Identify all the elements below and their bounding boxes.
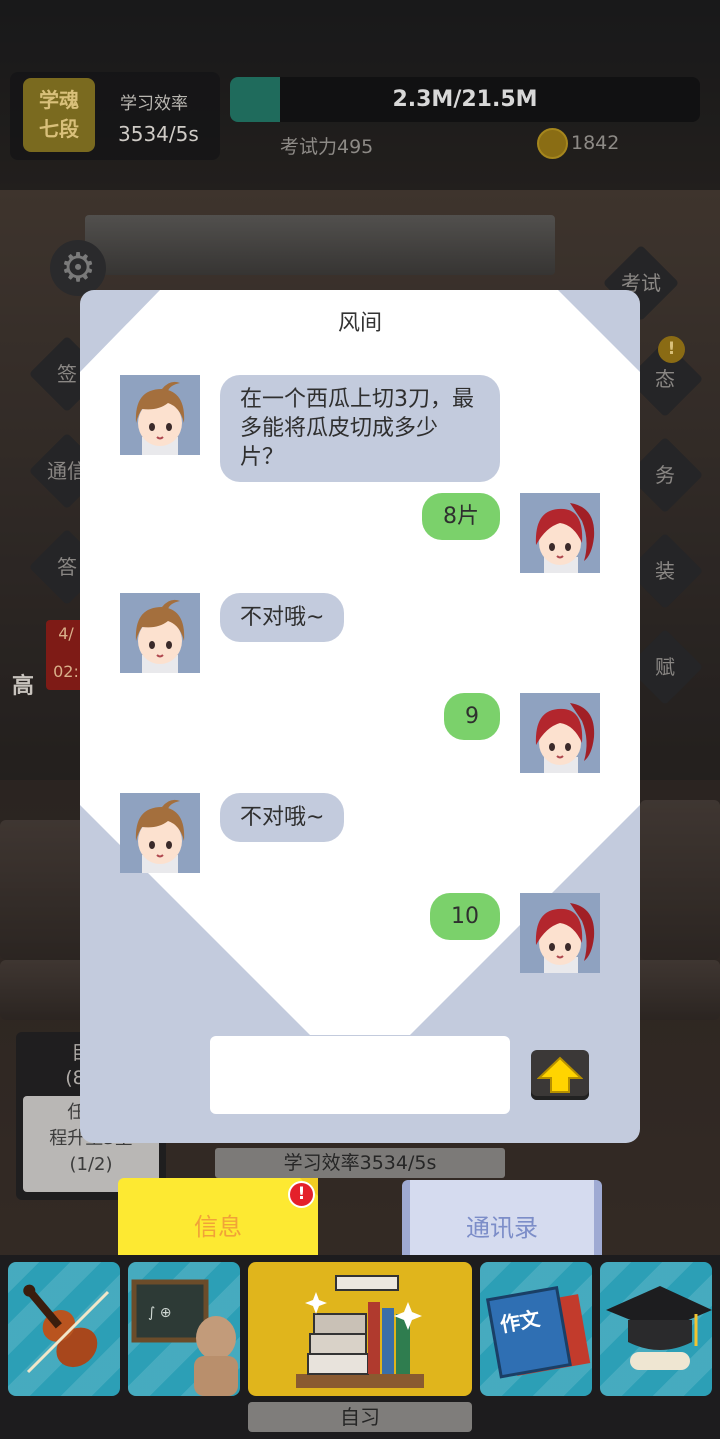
npc-avatar[interactable] (120, 375, 200, 455)
chat-bubble-npc: 不对哦~ (220, 793, 345, 842)
npc-avatar[interactable] (120, 793, 200, 873)
rank-panel[interactable]: 学魂 七段 学习效率 3534/5s (10, 72, 220, 160)
chat-bubble-npc: 不对哦~ (220, 593, 345, 642)
send-button[interactable] (531, 1050, 589, 1100)
chat-dialog: 风间 在一个西瓜上切3刀，最多能将瓜皮切成多少片？ 8片 不对哦~ 9 不对哦~… (80, 290, 640, 1143)
violin-icon (23, 1284, 110, 1374)
chat-bubble-me: 9 (444, 693, 500, 740)
notification-badge: ! (288, 1181, 315, 1208)
coin-icon (537, 128, 568, 159)
left-event-label: 高 (12, 674, 35, 699)
chat-bubble-npc: 在一个西瓜上切3刀，最多能将瓜皮切成多少片？ (220, 375, 500, 482)
dialog-title: 风间 (337, 311, 382, 336)
nav-essay[interactable]: 作文 (480, 1262, 592, 1396)
self-study-label: 自习 (248, 1402, 472, 1432)
player-avatar[interactable] (520, 693, 600, 773)
nav-self-study[interactable] (248, 1262, 472, 1396)
chat-input[interactable] (210, 1036, 510, 1114)
chat-bubble-me: 8片 (422, 493, 500, 540)
npc-avatar[interactable] (120, 593, 200, 673)
exam-power: 考试力495 (280, 136, 374, 158)
rank-line2: 七段 (39, 117, 79, 141)
knowledge-progress-bar: 2.3M/21.5M (230, 77, 700, 122)
gear-icon[interactable]: ⚙ (50, 240, 106, 296)
study-efficiency-bar: 学习效率3534/5s (215, 1148, 505, 1178)
svg-text:∫ ⊕: ∫ ⊕ (148, 1305, 171, 1321)
mission-line: (1/2) (69, 1154, 113, 1175)
efficiency-value: 3534/5s (118, 122, 199, 146)
chalkboard-icon: ∫ ⊕ (131, 1279, 238, 1396)
essay-book-icon: 作文 (485, 1286, 591, 1379)
graduation-cap-icon (606, 1286, 712, 1370)
alert-icon: ! (658, 336, 685, 363)
book-stack-icon (296, 1275, 424, 1388)
player-avatar[interactable] (520, 893, 600, 973)
nav-music[interactable] (8, 1262, 120, 1396)
rank-badge: 学魂 七段 (23, 78, 95, 152)
coin-count: 1842 (571, 132, 620, 154)
progress-text: 2.3M/21.5M (392, 87, 538, 112)
player-avatar[interactable] (520, 493, 600, 573)
efficiency-label: 学习效率 (120, 94, 188, 114)
chat-bubble-me: 10 (430, 893, 500, 940)
rank-line1: 学魂 (39, 88, 79, 112)
arrow-up-icon (537, 1056, 583, 1093)
nav-graduation[interactable] (600, 1262, 712, 1396)
nav-class[interactable]: ∫ ⊕ (128, 1262, 240, 1396)
